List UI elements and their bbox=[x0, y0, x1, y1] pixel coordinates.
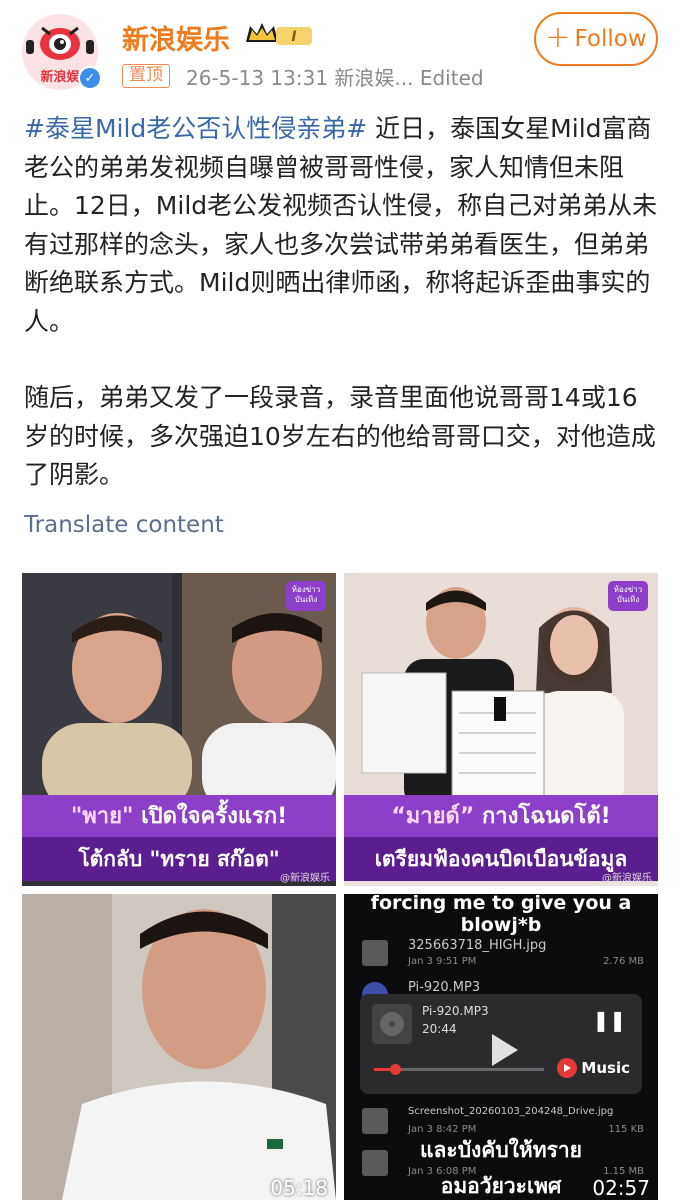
file-name: Screenshot_20260103_204248_Drive.jpg bbox=[408, 1106, 614, 1117]
pinned-badge: 置顶 bbox=[122, 64, 170, 88]
image-thumb-icon bbox=[362, 940, 388, 966]
level-text: I bbox=[291, 29, 296, 45]
media-tile-2[interactable]: ห้องข่าว บันเทิง “มายด์” กางโฉนดโต้! เตร… bbox=[344, 573, 658, 886]
file-name: 325663718_HIGH.jpg bbox=[408, 938, 547, 953]
subtitle-bottom: และบังคับให้ทราย bbox=[420, 1138, 582, 1162]
subtitle-top: forcing me to give you a bbox=[370, 894, 632, 914]
post-meta: 26-5-13 13:31 新浪娱... Edited bbox=[186, 66, 484, 90]
post-body: #泰星Mild老公否认性侵亲弟# 近日，泰国女星Mild富商老公的弟弟发视频自曝… bbox=[24, 110, 660, 495]
channel-logo: ห้องข่าว บันเทิง bbox=[608, 581, 648, 611]
hashtag-link[interactable]: #泰星Mild老公否认性侵亲弟# bbox=[24, 114, 367, 143]
follow-label: Follow bbox=[574, 26, 647, 52]
media-grid: ห้องข่าว บันเทิง "พาย" เปิดใจครั้งแรก! โ… bbox=[22, 573, 658, 1200]
watermark: @新浪娱乐 bbox=[280, 873, 330, 884]
plus-icon: + bbox=[545, 20, 571, 55]
pause-icon[interactable]: ❚❚ bbox=[592, 1008, 626, 1032]
track-time: 20:44 bbox=[422, 1022, 457, 1036]
tile1-headline-rest: เปิดใจครั้งแรก! bbox=[133, 804, 288, 829]
music-brand: Music bbox=[557, 1058, 630, 1078]
post-header: 新浪娱 ✓ 新浪娱乐 I 置顶 26-5-13 13:31 新浪娱... Edi… bbox=[0, 0, 680, 100]
media-tile-3-video[interactable]: 05:18 bbox=[22, 894, 336, 1200]
youtube-music-icon bbox=[557, 1058, 578, 1078]
track-name: Pi-920.MP3 bbox=[422, 1004, 489, 1018]
album-art-icon bbox=[372, 1004, 412, 1044]
translate-content-link[interactable]: Translate content bbox=[24, 512, 224, 538]
verified-check: ✓ bbox=[80, 68, 100, 88]
post-paragraph-1-text: 近日，泰国女星Mild富商老公的弟弟发视频自曝曾被哥哥性侵，家人知情但未阻止。1… bbox=[24, 114, 658, 336]
file-name: Pi-920.MP3 bbox=[408, 980, 481, 995]
media-tile-1[interactable]: ห้องข่าว บันเทิง "พาย" เปิดใจครั้งแรก! โ… bbox=[22, 573, 336, 886]
media-tile-4-video[interactable]: forcing me to give you a blowj*b 3256637… bbox=[344, 894, 658, 1200]
tile2-headline-accent: “มายด์” bbox=[391, 804, 475, 829]
video-duration: 02:57 bbox=[592, 1176, 650, 1200]
account-name[interactable]: 新浪娱乐 bbox=[122, 18, 230, 57]
file-row: 325663718_HIGH.jpg Jan 3 9:51 PM 2.76 MB bbox=[352, 936, 650, 978]
video-duration: 05:18 bbox=[270, 1176, 328, 1200]
video-frame-man-crying bbox=[22, 894, 336, 1200]
play-icon[interactable] bbox=[484, 1030, 524, 1070]
channel-logo: ห้องข่าว บันเทิง bbox=[286, 581, 326, 611]
progress-track[interactable] bbox=[374, 1064, 544, 1075]
tile2-headline-rest: กางโฉนดโต้! bbox=[474, 804, 611, 829]
tile1-headline-1: "พาย" เปิดใจครั้งแรก! bbox=[22, 795, 336, 839]
file-date: Jan 3 9:51 PM bbox=[408, 956, 477, 967]
file-size: 2.76 MB bbox=[603, 956, 644, 967]
crown-level-badge-icon: I bbox=[246, 23, 312, 45]
verified-badge-icon: ✓ bbox=[78, 66, 102, 90]
watermark: @新浪娱乐 bbox=[602, 873, 652, 884]
progress-handle[interactable] bbox=[390, 1064, 401, 1075]
post-paragraph-2: 随后，弟弟又发了一段录音，录音里面他说哥哥14或16岁的时候，多次强迫10岁左右… bbox=[24, 383, 656, 489]
music-brand-label: Music bbox=[581, 1059, 630, 1077]
music-player-card: Pi-920.MP3 20:44 ❚❚ Music bbox=[360, 994, 642, 1094]
post-paragraph-1: #泰星Mild老公否认性侵亲弟# 近日，泰国女星Mild富商老公的弟弟发视频自曝… bbox=[24, 110, 660, 341]
tile2-headline-1: “มายด์” กางโฉนดโต้! bbox=[344, 795, 658, 839]
follow-button[interactable]: + Follow bbox=[534, 12, 658, 66]
subtitle-top-2: blowj*b bbox=[460, 914, 542, 936]
image-thumb-icon bbox=[362, 1108, 388, 1134]
tile1-headline-accent: "พาย" bbox=[70, 804, 134, 829]
